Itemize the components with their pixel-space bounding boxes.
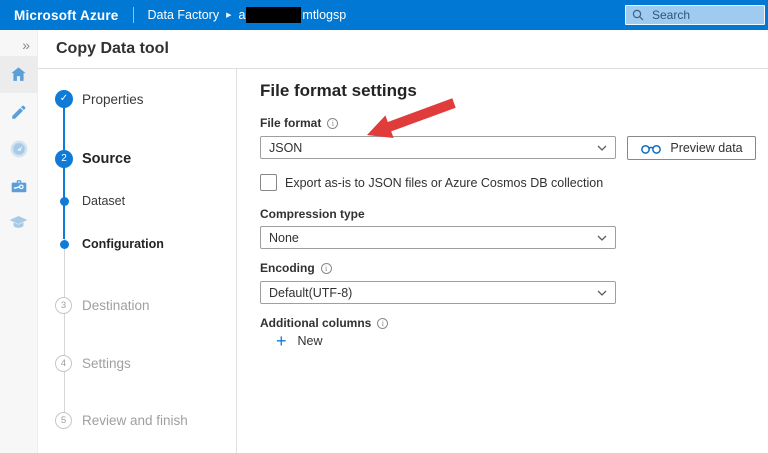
chevron-down-icon — [597, 235, 607, 241]
main-area: Copy Data tool ✓ Properties 2 Source Dat… — [38, 30, 768, 453]
sidebar-item-author[interactable] — [0, 93, 37, 130]
toolbox-icon — [9, 176, 29, 196]
factory-name-prefix: a — [238, 8, 245, 22]
step-review-and-finish[interactable]: 5 Review and finish — [55, 411, 230, 429]
export-asis-checkbox[interactable] — [260, 174, 277, 191]
expand-nav-icon[interactable]: » — [0, 36, 37, 56]
substep-dot-icon — [60, 197, 69, 206]
topbar-divider — [133, 7, 134, 23]
preview-data-button[interactable]: Preview data — [627, 136, 756, 160]
pencil-icon — [10, 103, 28, 121]
step-number-badge: 2 — [55, 150, 73, 168]
export-asis-row: Export as-is to JSON files or Azure Cosm… — [260, 174, 603, 191]
substep-label: Configuration — [82, 237, 164, 251]
label-text: Encoding — [260, 261, 315, 275]
file-format-settings-panel: File format settings File format i JSON — [237, 69, 768, 453]
encoding-dropdown[interactable]: Default(UTF-8) — [260, 281, 616, 304]
compression-type-label: Compression type — [260, 207, 365, 221]
home-icon — [9, 65, 28, 84]
label-text: File format — [260, 116, 321, 130]
wizard-stepper: ✓ Properties 2 Source Dataset Configurat… — [38, 69, 237, 453]
azure-logo[interactable]: Microsoft Azure — [14, 8, 119, 23]
breadcrumb-data-factory[interactable]: Data Factory — [148, 8, 220, 22]
step-properties[interactable]: ✓ Properties — [55, 90, 230, 108]
redaction-box — [246, 7, 301, 23]
additional-columns-label: Additional columns i — [260, 316, 388, 330]
step-settings[interactable]: 4 Settings — [55, 354, 230, 372]
add-new-column-button[interactable]: + New — [276, 333, 323, 349]
step-destination[interactable]: 3 Destination — [55, 296, 230, 314]
page-header: Copy Data tool — [38, 30, 768, 69]
substep-configuration[interactable]: Configuration — [55, 235, 230, 253]
breadcrumb: Data Factory ▶ a mtlogsp — [148, 7, 347, 23]
substep-dot-icon — [60, 240, 69, 249]
stepper-line-upcoming — [64, 239, 65, 420]
export-asis-label: Export as-is to JSON files or Azure Cosm… — [285, 176, 603, 190]
search-input[interactable] — [650, 7, 758, 23]
file-format-dropdown[interactable]: JSON — [260, 136, 616, 159]
page-title: Copy Data tool — [56, 40, 169, 58]
chevron-down-icon — [597, 145, 607, 151]
search-box[interactable] — [625, 5, 765, 25]
plus-icon: + — [276, 333, 287, 349]
step-source[interactable]: 2 Source — [55, 150, 230, 168]
substep-dataset[interactable]: Dataset — [55, 192, 230, 210]
step-label: Review and finish — [82, 413, 188, 428]
file-format-label: File format i — [260, 116, 338, 130]
breadcrumb-factory-name[interactable]: a mtlogsp — [238, 7, 346, 23]
step-completed-check-icon: ✓ — [55, 90, 73, 108]
sidebar-item-manage[interactable] — [0, 167, 37, 204]
left-nav: » — [0, 30, 38, 453]
label-text: Additional columns — [260, 316, 371, 330]
step-label: Settings — [82, 356, 131, 371]
top-bar: Microsoft Azure Data Factory ▶ a mtlogsp — [0, 0, 768, 30]
dropdown-value: JSON — [269, 141, 302, 155]
section-heading: File format settings — [260, 81, 417, 101]
graduation-cap-icon — [8, 212, 29, 233]
info-icon[interactable]: i — [321, 263, 332, 274]
chevron-down-icon — [597, 290, 607, 296]
info-icon[interactable]: i — [377, 318, 388, 329]
substep-label: Dataset — [82, 194, 125, 208]
search-icon — [632, 9, 644, 21]
step-number-badge: 4 — [55, 355, 72, 372]
sidebar-item-monitor[interactable] — [0, 130, 37, 167]
glasses-icon — [640, 143, 662, 154]
sidebar-item-learning[interactable] — [0, 204, 37, 241]
gauge-icon — [9, 139, 29, 159]
info-icon[interactable]: i — [327, 118, 338, 129]
dropdown-value: None — [269, 231, 299, 245]
step-label: Destination — [82, 298, 150, 313]
factory-name-suffix: mtlogsp — [302, 8, 346, 22]
compression-type-dropdown[interactable]: None — [260, 226, 616, 249]
step-number-badge: 3 — [55, 297, 72, 314]
sidebar-item-home[interactable] — [0, 56, 37, 93]
new-button-label: New — [298, 334, 323, 348]
step-label: Source — [82, 151, 131, 167]
step-label: Properties — [82, 92, 144, 107]
label-text: Compression type — [260, 207, 365, 221]
dropdown-value: Default(UTF-8) — [269, 286, 352, 300]
breadcrumb-caret-icon: ▶ — [226, 11, 231, 19]
preview-data-label: Preview data — [670, 141, 742, 155]
step-number-badge: 5 — [55, 412, 72, 429]
encoding-label: Encoding i — [260, 261, 332, 275]
